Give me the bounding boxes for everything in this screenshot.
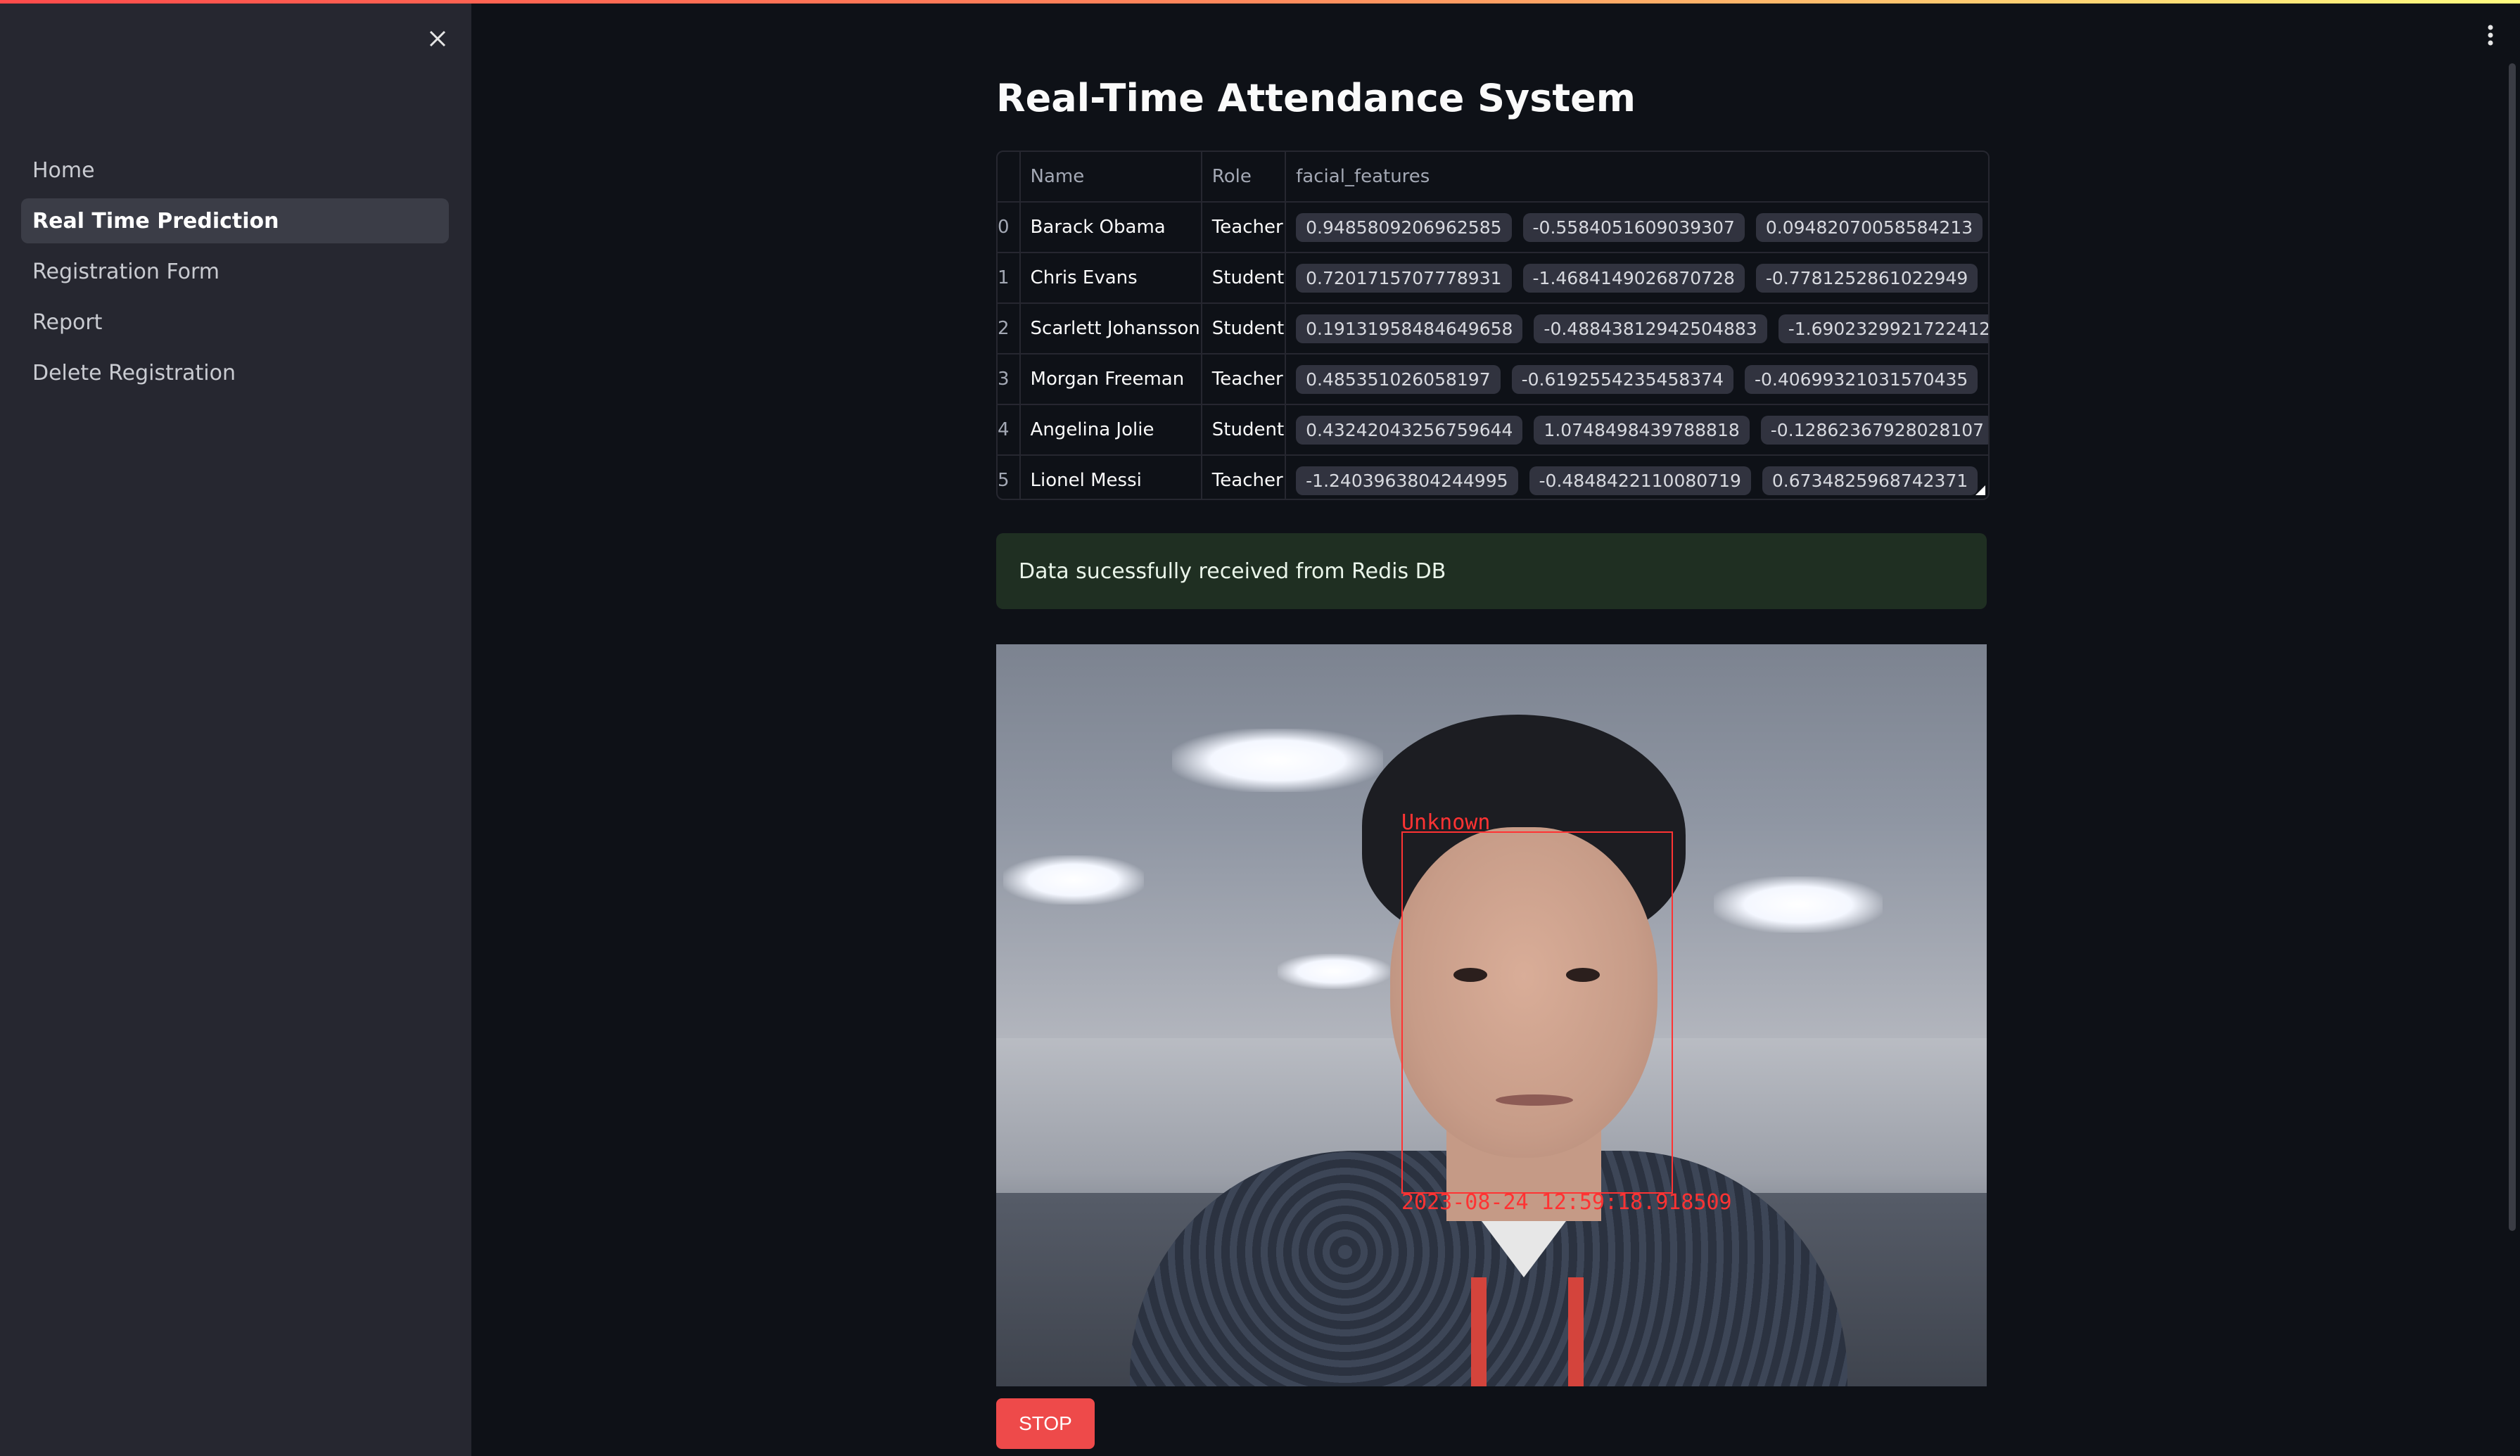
data-table[interactable]: Name Role facial_features 0 Barack Obama… xyxy=(996,151,1990,500)
feature-chip: -0.7781252861022949 xyxy=(1755,263,1978,293)
sidebar-item-real-time-prediction[interactable]: Real Time Prediction xyxy=(21,198,449,243)
feature-chip: -0.4848422110080719 xyxy=(1529,466,1751,495)
table-row: 3 Morgan Freeman Teacher 0.4853510260581… xyxy=(998,354,1990,405)
sidebar: Home Real Time Prediction Registration F… xyxy=(0,4,471,1456)
cell-role[interactable]: Teacher xyxy=(1201,455,1287,499)
ceiling-light xyxy=(1003,855,1144,905)
ceiling-light xyxy=(1172,729,1383,792)
sidebar-item-label: Report xyxy=(32,309,103,335)
cell-role[interactable]: Student xyxy=(1201,253,1287,304)
webcam-video-feed: Unknown 2023-08-24 12:59:18.918509 xyxy=(996,644,1987,1386)
success-alert: Data sucessfully received from Redis DB xyxy=(996,533,1987,609)
feature-chip: -1.2403963804244995 xyxy=(1296,466,1518,495)
column-header-facial-features[interactable]: facial_features xyxy=(1285,152,1988,203)
cell-role[interactable]: Teacher xyxy=(1201,354,1287,405)
feature-chip: 1 xyxy=(1989,365,1990,394)
cell-role[interactable]: Student xyxy=(1201,303,1287,355)
cell-facial-features[interactable]: 0.9485809206962585 -0.5584051609039307 0.0… xyxy=(1285,202,1988,253)
row-index: 1 xyxy=(998,253,1021,304)
detection-timestamp: 2023-08-24 12:59:18.918509 xyxy=(1401,1190,1732,1215)
sidebar-item-delete-registration[interactable]: Delete Registration xyxy=(21,350,449,395)
feature-chip: -0.12862367928028107 xyxy=(1760,415,1988,445)
cell-name[interactable]: Scarlett Johansson xyxy=(1019,303,1202,355)
ceiling-light xyxy=(1278,954,1390,989)
stop-button[interactable]: STOP xyxy=(996,1398,1095,1449)
row-index: 2 xyxy=(998,303,1021,355)
cell-name[interactable]: Barack Obama xyxy=(1019,202,1202,253)
table-header-row: Name Role facial_features xyxy=(998,152,1988,203)
feature-chip: 0.485351026058197 xyxy=(1296,364,1501,394)
table-row: 1 Chris Evans Student 0.7201715707778931… xyxy=(998,253,1990,304)
feature-chip: 0.43242043256759644 xyxy=(1296,415,1523,445)
feature-chip: -0.48843812942504883 xyxy=(1534,314,1767,343)
row-index: 3 xyxy=(998,354,1021,405)
kebab-menu-icon[interactable] xyxy=(2476,21,2505,49)
face-detection-box xyxy=(1401,831,1673,1194)
row-index: 5 xyxy=(998,455,1021,499)
feature-chip: -0.40699321031570435 xyxy=(1744,364,1978,394)
sidebar-item-label: Registration Form xyxy=(32,259,220,284)
ceiling-light xyxy=(1714,876,1883,933)
feature-chip: 1 xyxy=(1989,466,1990,495)
table-row: 0 Barack Obama Teacher 0.948580920696258… xyxy=(998,202,1988,253)
cell-facial-features[interactable]: 0.19131958484649658 -0.48843812942504883-… xyxy=(1285,303,1988,355)
cell-name[interactable]: Morgan Freeman xyxy=(1019,354,1202,405)
table-resize-handle[interactable] xyxy=(1975,485,1985,495)
sidebar-item-label: Delete Registration xyxy=(32,360,236,385)
feature-chip: -0.6192554235458374 xyxy=(1511,364,1733,394)
table-row: 4 Angelina Jolie Student 0.4324204325675… xyxy=(998,404,1988,456)
feature-chip: 0.09482070058584213 xyxy=(1755,212,1983,242)
page-scrollbar[interactable] xyxy=(2509,63,2516,1231)
sidebar-nav: Home Real Time Prediction Registration F… xyxy=(21,148,449,401)
feature-chip: 0.6734825968742371 xyxy=(1762,466,1978,495)
feature-chip: 0.9485809206962585 xyxy=(1296,212,1512,242)
cell-name[interactable]: Lionel Messi xyxy=(1019,455,1202,499)
cell-name[interactable]: Angelina Jolie xyxy=(1019,404,1202,456)
cell-facial-features[interactable]: 0.485351026058197 -0.6192554235458374 -0.4… xyxy=(1285,354,1990,405)
alert-text: Data sucessfully received from Redis DB xyxy=(1019,558,1446,584)
column-header-role[interactable]: Role xyxy=(1201,152,1287,203)
detection-label: Unknown xyxy=(1401,810,1491,835)
table: Name Role facial_features 0 Barack Obama… xyxy=(998,152,1990,499)
table-row: 2 Scarlett Johansson Student 0.191319584… xyxy=(998,303,1988,355)
sidebar-item-label: Real Time Prediction xyxy=(32,208,279,234)
page-title: Real-Time Attendance System xyxy=(996,76,1636,120)
feature-chip: -0.5584051609039307 xyxy=(1522,212,1745,242)
feature-chip: -1.6902329921722412 xyxy=(1778,314,1988,343)
cell-facial-features[interactable]: 0.43242043256759644 1.0748498439788818 -0.… xyxy=(1285,404,1988,456)
close-icon[interactable] xyxy=(421,22,454,56)
sidebar-item-home[interactable]: Home xyxy=(21,148,449,193)
sidebar-item-registration-form[interactable]: Registration Form xyxy=(21,249,449,294)
cell-role[interactable]: Teacher xyxy=(1201,202,1287,253)
feature-chip: 1.0748498439788818 xyxy=(1534,415,1750,445)
feature-chip: 0.19131958484649658 xyxy=(1296,314,1523,343)
row-index: 4 xyxy=(998,404,1021,456)
table-row: 5 Lionel Messi Teacher -1.24039638042449… xyxy=(998,455,1990,499)
sidebar-item-report[interactable]: Report xyxy=(21,300,449,345)
sidebar-item-label: Home xyxy=(32,158,95,183)
feature-chip: 0.7201715707778931 xyxy=(1296,263,1512,293)
cell-name[interactable]: Chris Evans xyxy=(1019,253,1202,304)
cell-facial-features[interactable]: -1.2403963804244995 -0.4848422110080719 0.… xyxy=(1285,455,1990,499)
lanyard xyxy=(1471,1277,1584,1386)
feature-chip: - xyxy=(1989,264,1990,293)
feature-chip: -1.4684149026870728 xyxy=(1522,263,1745,293)
cell-facial-features[interactable]: 0.7201715707778931 -1.4684149026870728 -0.… xyxy=(1285,253,1990,304)
column-header-name[interactable]: Name xyxy=(1019,152,1202,203)
row-index: 0 xyxy=(998,202,1021,253)
column-header-index[interactable] xyxy=(998,152,1021,203)
cell-role[interactable]: Student xyxy=(1201,404,1287,456)
